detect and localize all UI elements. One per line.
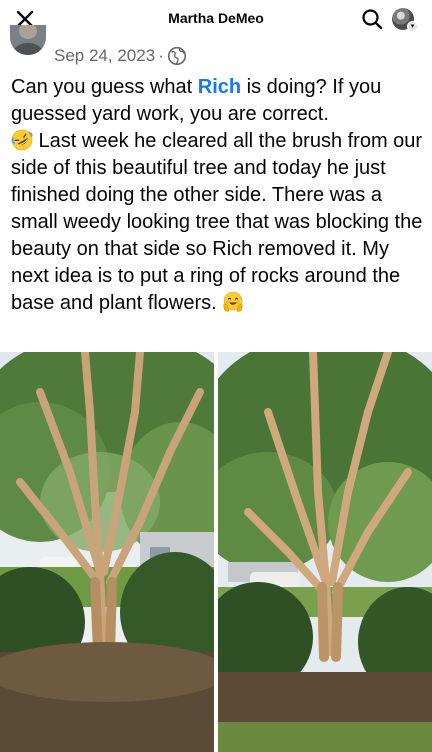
profile-menu-button[interactable]: ▾ [390, 7, 422, 32]
chevron-down-icon: ▾ [407, 21, 418, 32]
smiling-face-with-open-hands-emoji [223, 291, 244, 312]
post-meta: Sep 24, 2023 · [54, 46, 187, 66]
search-button[interactable] [359, 6, 385, 32]
author-avatar[interactable] [10, 25, 46, 55]
globe-icon[interactable] [167, 46, 187, 66]
mention-link-rich[interactable]: Rich [198, 76, 241, 98]
crepe-myrtle-after-photo[interactable] [218, 352, 432, 752]
meta-separator: · [158, 46, 164, 65]
top-bar: Martha DeMeo ▾ [0, 0, 432, 38]
post-text-intro: Can you guess what [11, 76, 198, 98]
crepe-myrtle-before-photo[interactable] [0, 352, 214, 752]
photo-grid [0, 352, 432, 752]
rolling-on-floor-laughing-emoji [11, 129, 33, 151]
post-text-main: Last week he cleared all the brush from … [11, 130, 423, 314]
post-body: Can you guess what Rich is doing? If you… [11, 74, 425, 317]
post-timestamp[interactable]: Sep 24, 2023 [54, 46, 155, 66]
search-icon [362, 9, 383, 30]
